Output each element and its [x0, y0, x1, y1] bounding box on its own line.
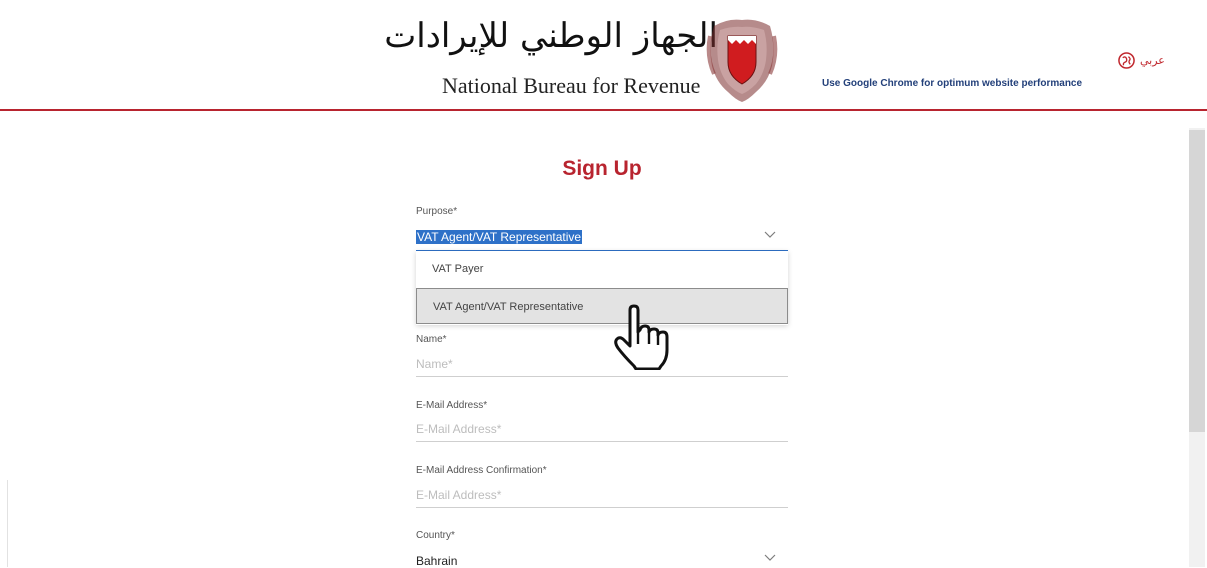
bahrain-crest-icon: [706, 19, 778, 102]
page-scrollbar[interactable]: [1189, 128, 1205, 567]
chevron-down-icon[interactable]: [764, 231, 776, 239]
purpose-label: Purpose*: [416, 206, 458, 217]
country-label: Country*: [416, 530, 455, 541]
email-field[interactable]: E-Mail Address*: [416, 419, 788, 442]
name-field[interactable]: Name*: [416, 354, 788, 377]
page-title: Sign Up: [562, 157, 642, 180]
language-switch[interactable]: عربي: [1118, 52, 1165, 69]
header-divider: [0, 109, 1207, 111]
email-label: E-Mail Address*: [416, 400, 488, 411]
purpose-option-vat-agent[interactable]: VAT Agent/VAT Representative: [416, 288, 788, 324]
browser-recommendation-note: Use Google Chrome for optimum website pe…: [822, 78, 1083, 89]
scrollbar-thumb[interactable]: [1189, 130, 1205, 432]
email-placeholder: E-Mail Address*: [416, 422, 502, 436]
email-confirmation-placeholder: E-Mail Address*: [416, 488, 502, 502]
logo-english-text: National Bureau for Revenue: [442, 73, 701, 98]
site-header: الجهاز الوطني للإيرادات National Bureau …: [0, 0, 1207, 110]
purpose-option-vat-payer[interactable]: VAT Payer: [416, 251, 788, 287]
logo-arabic-text: الجهاز الوطني للإيرادات: [384, 16, 718, 56]
left-edge-divider: [7, 480, 8, 567]
globe-icon: [1118, 52, 1135, 69]
language-label[interactable]: عربي: [1140, 54, 1165, 67]
purpose-dropdown-menu: VAT Payer VAT Agent/VAT Representative: [416, 251, 788, 325]
chevron-down-icon[interactable]: [764, 554, 776, 562]
email-confirmation-field[interactable]: E-Mail Address*: [416, 485, 788, 508]
purpose-selected-value: VAT Agent/VAT Representative: [416, 230, 583, 244]
purpose-select[interactable]: VAT Agent/VAT Representative: [416, 228, 788, 251]
country-select[interactable]: Bahrain: [416, 554, 457, 568]
name-label: Name*: [416, 334, 447, 345]
email-confirmation-label: E-Mail Address Confirmation*: [416, 465, 547, 476]
name-placeholder: Name*: [416, 357, 453, 371]
hand-pointer-icon: [614, 304, 669, 370]
